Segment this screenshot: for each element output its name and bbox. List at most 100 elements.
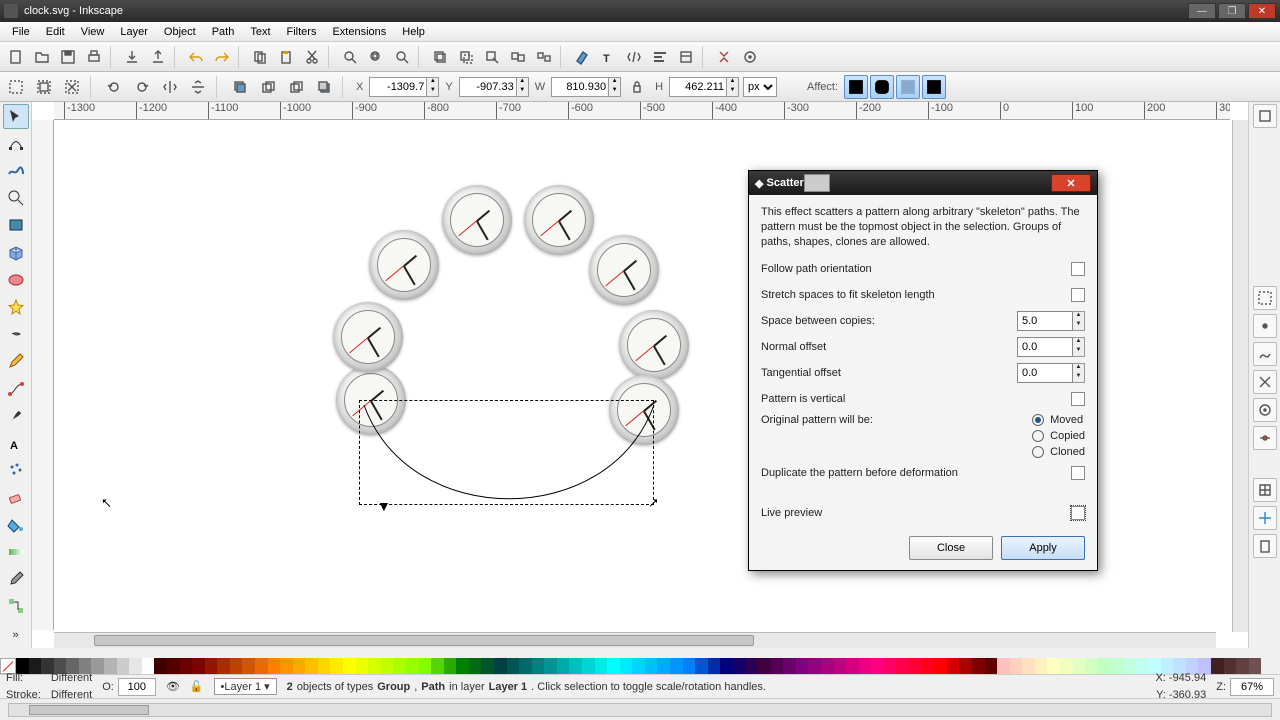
color-swatch[interactable] [808,658,821,674]
opacity-field[interactable] [118,678,156,696]
menu-file[interactable]: File [4,24,38,40]
gradient-tool[interactable] [3,539,29,564]
affect-gradient-button[interactable] [896,75,920,99]
align-button[interactable] [648,45,672,69]
menu-object[interactable]: Object [156,24,204,40]
color-swatch[interactable] [444,658,457,674]
color-swatch[interactable] [607,658,620,674]
color-swatch[interactable] [695,658,708,674]
color-swatch[interactable] [154,658,167,674]
color-swatch[interactable] [180,658,193,674]
color-swatch[interactable] [708,658,721,674]
color-swatch[interactable] [557,658,570,674]
expand-toolbox-icon[interactable]: » [3,623,29,648]
color-swatch[interactable] [796,658,809,674]
color-swatch[interactable] [846,658,859,674]
star-tool[interactable] [3,294,29,319]
color-swatch[interactable] [519,658,532,674]
preferences-button[interactable] [674,45,698,69]
cloned-radio[interactable] [1032,446,1044,458]
color-swatch[interactable] [91,658,104,674]
h-field[interactable] [669,77,727,97]
color-swatch[interactable] [1085,658,1098,674]
color-swatch[interactable] [1060,658,1073,674]
snap-node-button[interactable] [1253,314,1277,338]
layer-select[interactable]: •Layer 1 ▾ [214,678,277,695]
color-swatch[interactable] [683,658,696,674]
color-swatch[interactable] [934,658,947,674]
zoom-fit-button[interactable] [338,45,362,69]
rotate-cw-button[interactable] [130,75,154,99]
color-swatch[interactable] [997,658,1010,674]
color-swatch[interactable] [783,658,796,674]
color-swatch[interactable] [356,658,369,674]
color-swatch[interactable] [293,658,306,674]
duplicate-button[interactable] [428,45,452,69]
group-button[interactable] [506,45,530,69]
color-swatch[interactable] [1035,658,1048,674]
fill-stroke-button[interactable] [570,45,594,69]
color-swatch[interactable] [494,658,507,674]
input-devices-button[interactable] [738,45,762,69]
tweak-tool[interactable] [3,158,29,183]
doc-properties-button[interactable] [712,45,736,69]
dialog-minimize-button[interactable] [804,174,830,192]
flip-v-button[interactable] [186,75,210,99]
color-swatch[interactable] [305,658,318,674]
color-swatch[interactable] [242,658,255,674]
affect-corners-button[interactable] [870,75,894,99]
snap-guide-button[interactable] [1253,506,1277,530]
cut-button[interactable] [300,45,324,69]
stretch-checkbox[interactable] [1071,288,1085,302]
paste-button[interactable] [274,45,298,69]
color-swatch[interactable] [896,658,909,674]
zoom-drawing-button[interactable] [390,45,414,69]
snap-intersection-button[interactable] [1253,370,1277,394]
color-swatch[interactable] [318,658,331,674]
follow-orientation-checkbox[interactable] [1071,262,1085,276]
color-swatch[interactable] [129,658,142,674]
color-swatch[interactable] [1047,658,1060,674]
spray-tool[interactable] [3,458,29,483]
color-swatch[interactable] [821,658,834,674]
menu-layer[interactable]: Layer [112,24,156,40]
dropper-tool[interactable] [3,566,29,591]
text-dialog-button[interactable]: T [596,45,620,69]
color-swatch[interactable] [406,658,419,674]
color-swatch[interactable] [532,658,545,674]
dialog-close-button[interactable]: ✕ [1051,174,1091,192]
normal-offset-field[interactable] [1017,337,1073,357]
moved-radio[interactable] [1032,414,1044,426]
pencil-tool[interactable] [3,349,29,374]
snap-bbox-button[interactable] [1253,286,1277,310]
color-swatch[interactable] [922,658,935,674]
color-swatch[interactable] [645,658,658,674]
lower-bottom-button[interactable] [312,75,336,99]
color-swatch[interactable] [569,658,582,674]
color-swatch[interactable] [959,658,972,674]
export-button[interactable] [146,45,170,69]
color-swatch[interactable] [720,658,733,674]
print-button[interactable] [82,45,106,69]
color-swatch[interactable] [268,658,281,674]
color-swatch[interactable] [1236,658,1249,674]
color-swatch[interactable] [670,658,683,674]
color-swatch[interactable] [909,658,922,674]
color-swatch[interactable] [1224,658,1237,674]
apply-button[interactable]: Apply [1001,536,1085,560]
color-swatch[interactable] [205,658,218,674]
y-field[interactable] [459,77,517,97]
color-swatch[interactable] [746,658,759,674]
affect-stroke-button[interactable] [844,75,868,99]
deselect-button[interactable] [60,75,84,99]
selection-handle[interactable]: ⭧ [649,495,658,512]
color-swatch[interactable] [1123,658,1136,674]
maximize-button[interactable]: ❐ [1218,3,1246,19]
close-button[interactable]: ✕ [1248,3,1276,19]
duplicate-checkbox[interactable] [1071,466,1085,480]
snap-center-button[interactable] [1253,398,1277,422]
lower-button[interactable] [284,75,308,99]
live-preview-checkbox[interactable] [1071,506,1085,520]
node-tool[interactable] [3,131,29,156]
unit-select[interactable]: px [743,77,777,97]
